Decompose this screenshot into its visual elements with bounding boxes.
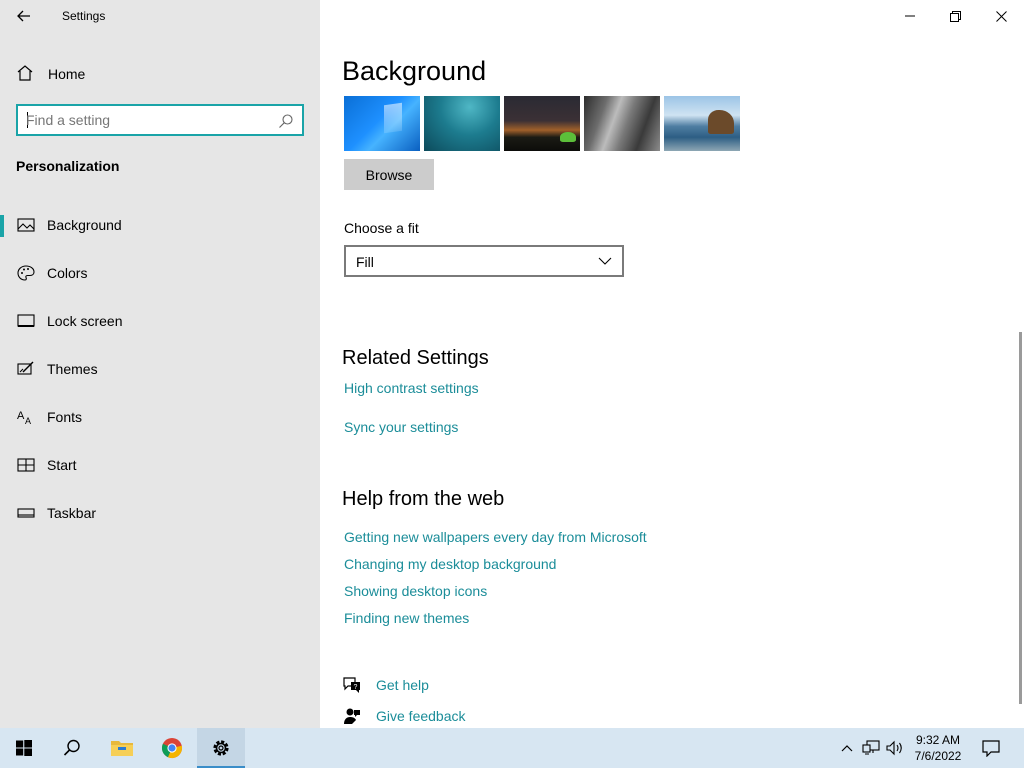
nav-item-background[interactable]: Background xyxy=(0,205,320,245)
nav-item-lock-screen[interactable]: Lock screen xyxy=(0,301,320,341)
svg-text:A: A xyxy=(17,410,25,422)
feedback-icon xyxy=(344,708,360,724)
palette-icon xyxy=(17,265,35,281)
page-title: Background xyxy=(342,56,487,86)
network-icon xyxy=(862,740,880,755)
nav-item-label: Themes xyxy=(47,361,98,377)
choose-fit-label: Choose a fit xyxy=(344,220,419,236)
minimize-button[interactable] xyxy=(887,0,933,32)
clock-date: 7/6/2022 xyxy=(914,749,962,763)
nav-item-label: Taskbar xyxy=(47,505,97,521)
navigation-pane: Settings Home Personalization Background… xyxy=(0,0,320,728)
themes-icon xyxy=(17,361,34,375)
taskbar-icon xyxy=(17,508,35,518)
browse-button[interactable]: Browse xyxy=(344,159,434,190)
help-heading: Help from the web xyxy=(342,488,505,510)
start-button[interactable] xyxy=(0,728,48,768)
lock-screen-icon xyxy=(17,314,35,327)
app-title: Settings xyxy=(62,9,106,23)
close-icon xyxy=(995,10,1007,22)
background-thumbnail[interactable] xyxy=(504,96,580,151)
background-thumbnail[interactable] xyxy=(344,96,420,151)
back-button[interactable] xyxy=(8,4,40,28)
get-help-row[interactable]: ? Get help xyxy=(342,673,542,697)
chevron-up-icon xyxy=(841,745,853,752)
chevron-down-icon xyxy=(598,257,612,265)
nav-item-label: Start xyxy=(47,457,77,473)
show-hidden-icons-button[interactable] xyxy=(837,738,857,758)
home-icon xyxy=(17,65,33,81)
get-help-icon: ? xyxy=(343,677,360,693)
taskbar-clock[interactable]: 9:32 AM 7/6/2022 xyxy=(906,732,970,764)
background-thumbnail[interactable] xyxy=(664,96,740,151)
back-arrow-icon xyxy=(17,10,30,22)
title-bar: Settings xyxy=(0,0,320,32)
search-box[interactable] xyxy=(16,104,304,136)
fonts-icon: AA xyxy=(17,410,31,425)
restore-icon xyxy=(949,10,961,22)
close-button[interactable] xyxy=(978,0,1024,32)
taskbar: 9:32 AM 7/6/2022 xyxy=(0,728,1024,768)
help-link-new-themes[interactable]: Finding new themes xyxy=(344,610,469,626)
section-title: Personalization xyxy=(16,158,120,174)
start-icon xyxy=(17,458,35,472)
settings-taskbar-button[interactable] xyxy=(197,728,245,768)
file-explorer-icon xyxy=(111,741,133,756)
nav-item-label: Colors xyxy=(47,265,88,281)
notification-icon xyxy=(982,740,1000,757)
sync-settings-link[interactable]: Sync your settings xyxy=(344,419,458,435)
get-help-link[interactable]: Get help xyxy=(376,677,429,693)
nav-item-start[interactable]: Start xyxy=(0,445,320,485)
nav-item-fonts[interactable]: AA Fonts xyxy=(0,397,320,437)
give-feedback-link[interactable]: Give feedback xyxy=(376,708,466,724)
search-icon[interactable] xyxy=(278,113,294,129)
search-icon xyxy=(63,739,80,756)
file-explorer-button[interactable] xyxy=(98,728,146,768)
nav-item-label: Fonts xyxy=(47,409,83,425)
network-button[interactable] xyxy=(861,738,881,758)
help-link-desktop-icons[interactable]: Showing desktop icons xyxy=(344,583,487,599)
svg-text:A: A xyxy=(25,416,31,425)
chrome-button[interactable] xyxy=(148,728,196,768)
fit-selected-value: Fill xyxy=(356,254,374,270)
help-link-wallpapers[interactable]: Getting new wallpapers every day from Mi… xyxy=(344,529,647,545)
picture-icon xyxy=(17,218,35,232)
taskbar-search-button[interactable] xyxy=(48,728,96,768)
nav-item-themes[interactable]: Themes xyxy=(0,349,320,389)
nav-item-colors[interactable]: Colors xyxy=(0,253,320,293)
search-input[interactable] xyxy=(26,111,266,129)
help-link-desktop-background[interactable]: Changing my desktop background xyxy=(344,556,556,572)
home-nav-item[interactable]: Home xyxy=(0,58,320,88)
give-feedback-row[interactable]: Give feedback xyxy=(342,704,542,728)
clock-time: 9:32 AM xyxy=(915,733,961,747)
high-contrast-link[interactable]: High contrast settings xyxy=(344,380,479,396)
background-thumbnail[interactable] xyxy=(424,96,500,151)
volume-button[interactable] xyxy=(885,738,905,758)
action-center-button[interactable] xyxy=(981,738,1001,758)
related-settings-heading: Related Settings xyxy=(342,347,489,369)
home-label: Home xyxy=(48,66,86,82)
speaker-icon xyxy=(886,740,902,756)
nav-item-label: Lock screen xyxy=(47,313,123,329)
minimize-icon xyxy=(905,15,915,17)
windows-start-icon xyxy=(16,740,32,756)
fit-dropdown[interactable]: Fill xyxy=(344,245,624,277)
restore-button[interactable] xyxy=(932,0,978,32)
settings-gear-icon xyxy=(213,740,229,756)
nav-item-label: Background xyxy=(47,217,122,233)
svg-text:?: ? xyxy=(354,684,358,691)
chrome-icon xyxy=(161,738,183,759)
scrollbar[interactable] xyxy=(1019,332,1022,704)
background-thumbnail[interactable] xyxy=(584,96,660,151)
nav-item-taskbar[interactable]: Taskbar xyxy=(0,493,320,533)
